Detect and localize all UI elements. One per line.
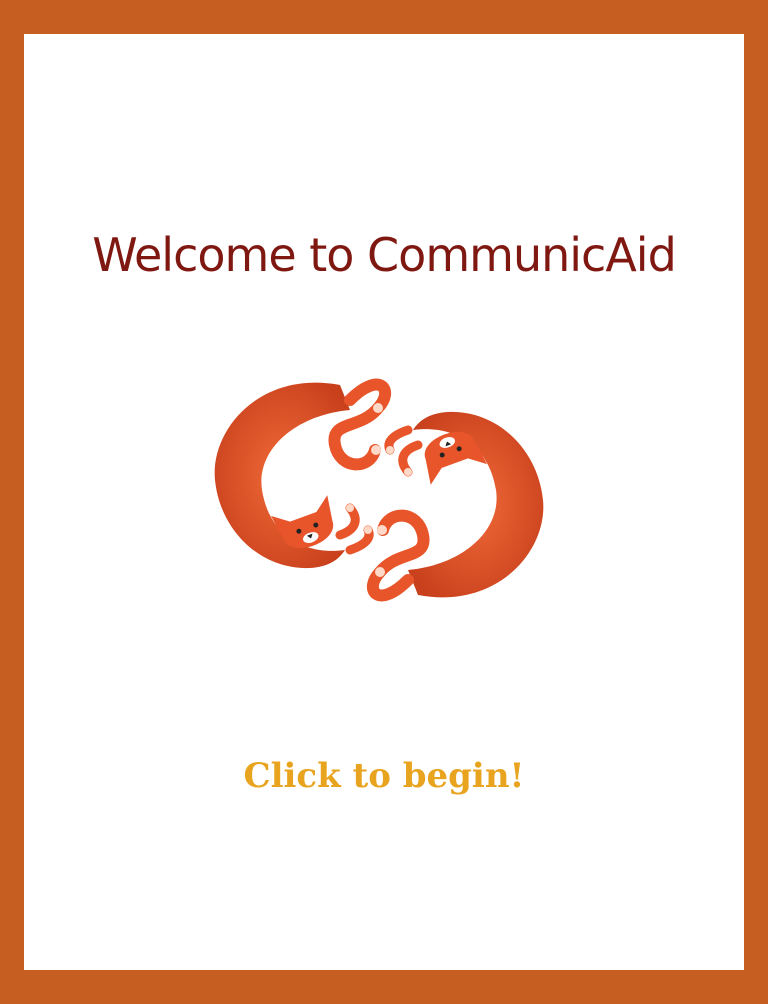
right-cat <box>366 411 544 602</box>
left-cat <box>214 378 392 569</box>
begin-button[interactable]: Click to begin! <box>0 750 768 802</box>
two-curled-cats-icon <box>214 378 544 602</box>
welcome-title: Welcome to CommunicAid <box>92 228 677 282</box>
